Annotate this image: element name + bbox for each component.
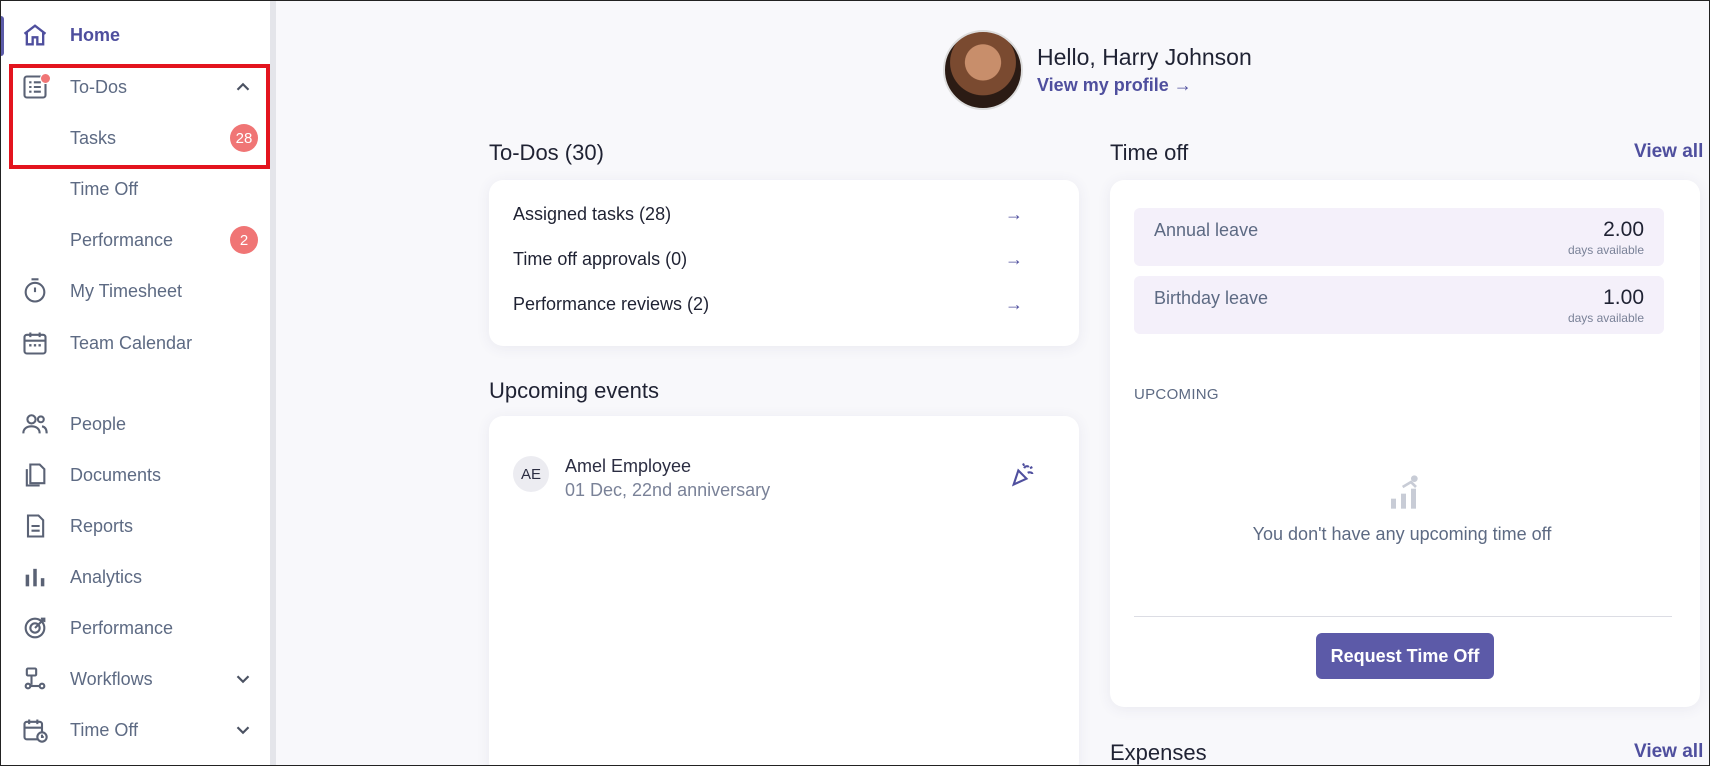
event-detail: 01 Dec, 22nd anniversary	[565, 480, 771, 500]
chevron-down-icon[interactable]	[232, 668, 254, 690]
calendar-icon	[20, 328, 50, 358]
todo-label: Performance reviews (2)	[513, 293, 710, 314]
sidebar-item-label: Performance	[70, 229, 174, 250]
greeting-title: Hello, Harry Johnson	[1037, 44, 1252, 70]
divider	[1134, 616, 1672, 617]
sidebar-item-label: Documents	[70, 464, 162, 485]
timeoff-card: Annual leave 2.00 days available Birthda…	[1110, 180, 1700, 707]
sidebar-item-analytics[interactable]: Analytics	[0, 552, 270, 602]
view-profile-link[interactable]: View my profile →	[1037, 75, 1192, 96]
sidebar-item-home[interactable]: Home	[0, 10, 270, 60]
count-badge: 2	[230, 226, 258, 254]
arrow-right-icon: →	[1005, 293, 1023, 314]
leave-unit: days available	[1567, 243, 1644, 257]
avatar[interactable]	[943, 30, 1023, 110]
sidebar-item-label: Reports	[70, 515, 134, 536]
sidebar-item-label: Performance	[70, 617, 174, 638]
sidebar-item-label: Time Off	[70, 719, 139, 740]
documents-icon	[20, 460, 50, 490]
report-icon	[20, 511, 50, 541]
leave-name: Annual leave	[1154, 220, 1259, 240]
workflow-icon	[20, 664, 50, 694]
todo-label: Assigned tasks (28)	[513, 203, 672, 224]
sidebar-item-performance[interactable]: Performance	[0, 603, 270, 653]
bar-chart-icon	[20, 562, 50, 592]
sidebar-item-label: Home	[70, 24, 121, 45]
events-card: AE Amel Employee 01 Dec, 22nd anniversar…	[489, 416, 1079, 766]
home-icon	[20, 20, 50, 50]
request-time-off-button[interactable]: Request Time Off	[1316, 633, 1494, 679]
active-indicator	[0, 16, 4, 56]
sidebar-item-my-timesheet[interactable]: My Timesheet	[0, 266, 270, 316]
people-icon	[20, 409, 50, 439]
todo-row-assigned-tasks[interactable]: Assigned tasks (28) →	[513, 194, 1053, 234]
event-avatar: AE	[513, 456, 549, 492]
leave-birthday: Birthday leave 1.00 days available	[1134, 276, 1664, 334]
sidebar-item-time-off-sub[interactable]: Time Off	[0, 164, 270, 214]
upcoming-label: UPCOMING	[1134, 386, 1219, 403]
sidebar-item-documents[interactable]: Documents	[0, 450, 270, 500]
leave-value: 1.00	[1603, 286, 1644, 309]
leave-name: Birthday leave	[1154, 288, 1269, 308]
sidebar-item-workflows[interactable]: Workflows	[0, 654, 270, 704]
leave-unit: days available	[1567, 311, 1644, 325]
target-icon	[20, 613, 50, 643]
greeting: Hello, Harry Johnson View my profile →	[943, 30, 1363, 112]
leave-value: 2.00	[1603, 218, 1644, 241]
sidebar: Home To-Dos Tasks 28 Time Off Performanc…	[0, 0, 270, 766]
sidebar-item-label: My Timesheet	[70, 280, 183, 301]
arrow-right-icon: →	[1005, 248, 1023, 269]
todo-row-performance-reviews[interactable]: Performance reviews (2) →	[513, 284, 1053, 324]
chevron-down-icon[interactable]	[232, 719, 254, 741]
growth-chart-icon	[1386, 472, 1426, 512]
highlight-box	[9, 64, 270, 169]
sidebar-item-time-off[interactable]: Time Off	[0, 705, 270, 755]
leave-annual: Annual leave 2.00 days available	[1134, 208, 1664, 266]
sidebar-item-label: Analytics	[70, 566, 143, 587]
sidebar-item-performance-sub[interactable]: Performance 2	[0, 215, 270, 265]
stopwatch-icon	[20, 276, 50, 306]
expenses-title: Expenses	[1110, 740, 1207, 765]
timeoff-title: Time off	[1110, 140, 1189, 165]
sidebar-item-people[interactable]: People	[0, 399, 270, 449]
sidebar-item-team-calendar[interactable]: Team Calendar	[0, 318, 270, 368]
sidebar-item-label: Workflows	[70, 668, 153, 689]
todo-label: Time off approvals (0)	[513, 248, 688, 269]
timeoff-view-all-link[interactable]: View all	[1634, 141, 1703, 163]
empty-state-text: You don't have any upcoming time off	[1252, 524, 1552, 544]
sidebar-item-label: Time Off	[70, 178, 139, 199]
todo-row-time-off-approvals[interactable]: Time off approvals (0) →	[513, 239, 1053, 279]
sidebar-item-label: Team Calendar	[70, 332, 193, 353]
calendar-clock-icon	[20, 715, 50, 745]
event-name: Amel Employee	[565, 456, 692, 476]
sidebar-item-reports[interactable]: Reports	[0, 501, 270, 551]
party-popper-icon[interactable]	[1009, 460, 1037, 488]
expenses-view-all-link[interactable]: View all	[1634, 741, 1703, 763]
todos-title: To-Dos (30)	[489, 140, 604, 165]
arrow-right-icon: →	[1005, 203, 1023, 224]
sidebar-item-label: People	[70, 413, 127, 434]
todos-card: Assigned tasks (28) → Time off approvals…	[489, 180, 1079, 346]
events-title: Upcoming events	[489, 378, 659, 403]
